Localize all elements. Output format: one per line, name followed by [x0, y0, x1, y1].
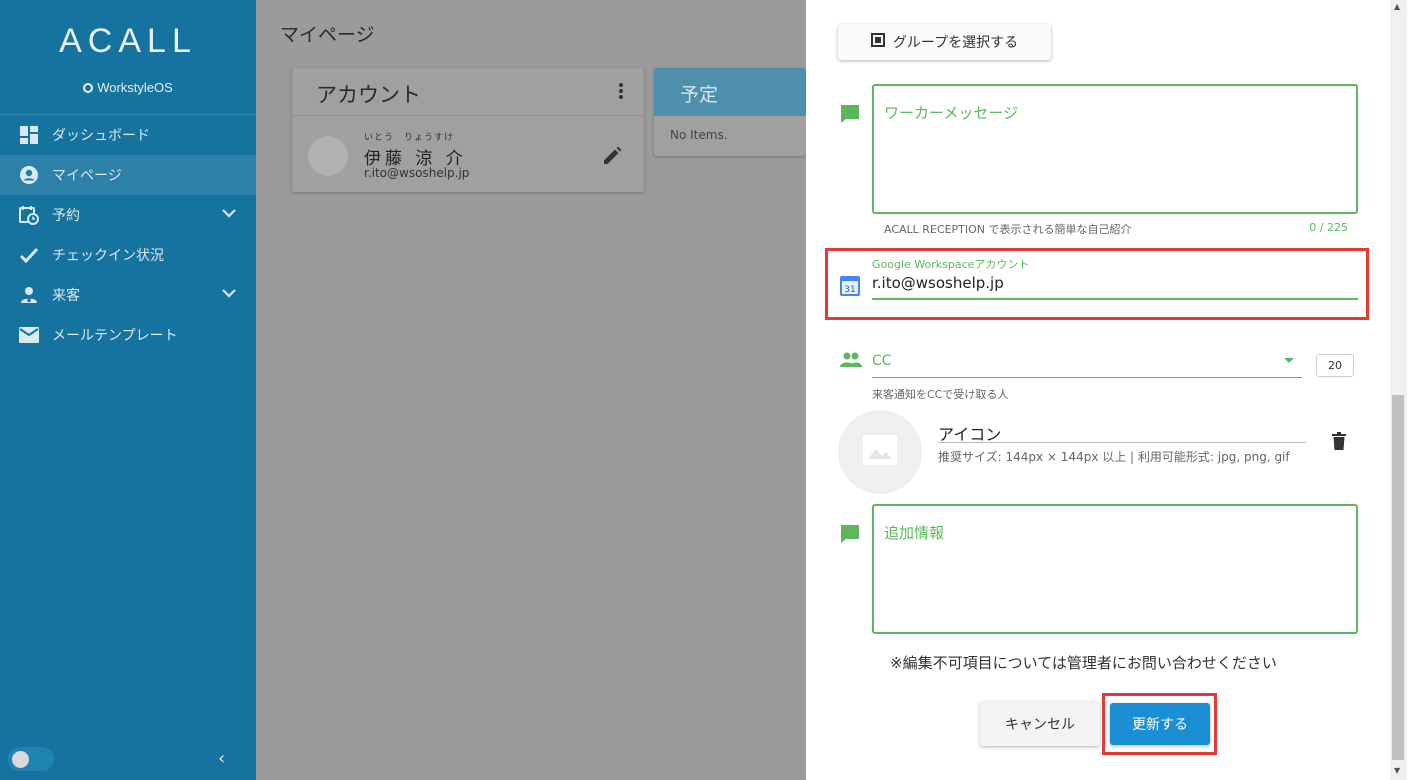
page-title: マイページ: [280, 24, 375, 46]
sidebar-item-checkin[interactable]: チェックイン状況: [0, 235, 256, 275]
group-select-icon: [870, 33, 885, 51]
google-calendar-icon: 31: [840, 276, 860, 300]
scroll-up-arrow-icon[interactable]: ▲: [1394, 2, 1400, 11]
cc-hint: 来客通知をCCで受け取る人: [872, 388, 1009, 401]
sidebar-item-label: メールテンプレート: [52, 328, 178, 344]
sidebar-item-label: マイページ: [52, 168, 122, 184]
schedule-card: 予定 No Items.: [654, 68, 806, 156]
sidebar-item-label: 来客: [52, 288, 80, 304]
additional-info-placeholder: 追加情報: [884, 524, 945, 542]
sidebar-item-visitor[interactable]: 来客: [0, 275, 256, 315]
additional-info-input[interactable]: 追加情報: [872, 504, 1358, 634]
window-edge: [1407, 0, 1424, 780]
calendar-clock-icon: [18, 204, 40, 226]
people-icon: [840, 352, 862, 372]
toggle-knob: [12, 751, 29, 768]
worker-message-hint: ACALL RECEPTION で表示される簡単な自己紹介: [884, 223, 1132, 236]
worker-message-counter: 0 / 225: [1309, 221, 1348, 234]
cc-underline: [872, 377, 1302, 378]
dashboard-icon: [18, 124, 40, 146]
message-icon: [840, 524, 860, 548]
cc-select[interactable]: CC: [872, 353, 892, 369]
icon-title-underline: [938, 442, 1306, 443]
cancel-button[interactable]: キャンセル: [980, 702, 1100, 746]
google-account-field[interactable]: r.ito@wsoshelp.jp: [872, 274, 1004, 292]
message-icon: [840, 104, 860, 128]
edit-icon[interactable]: [602, 146, 622, 170]
google-account-underline: [872, 298, 1358, 300]
more-vert-icon[interactable]: [618, 82, 624, 105]
trash-icon[interactable]: [1332, 432, 1346, 454]
schedule-empty-text: No Items.: [670, 128, 728, 142]
calendar-icon-text: 31: [844, 285, 855, 295]
scroll-down-arrow-icon[interactable]: ▼: [1394, 766, 1400, 775]
icon-hint: 推奨サイズ: 144px × 144px 以上 | 利用可能形式: jpg, p…: [938, 450, 1290, 464]
sidebar-item-mail-template[interactable]: メールテンプレート: [0, 315, 256, 355]
ring-icon: [83, 83, 94, 93]
sidebar: ACALL WorkstyleOS ダッシュボード マイページ 予約 チェックイ…: [0, 0, 256, 780]
sidebar-item-label: ダッシュボード: [52, 128, 150, 144]
chevron-down-icon: [222, 206, 236, 222]
avatar: [308, 136, 348, 176]
update-button[interactable]: 更新する: [1110, 703, 1210, 745]
icon-upload-area[interactable]: [838, 410, 922, 494]
account-circle-icon: [18, 164, 40, 186]
schedule-card-title: 予定: [654, 68, 806, 116]
mail-icon: [18, 324, 40, 346]
visitor-icon: [18, 284, 40, 306]
chevron-down-icon: [222, 286, 236, 302]
workstyleos-logo: WorkstyleOS: [0, 80, 256, 95]
scrollbar-thumb[interactable]: [1392, 395, 1404, 760]
account-card-title: アカウント: [292, 68, 644, 116]
select-group-label: グループを選択する: [892, 35, 1019, 51]
name-ruby: いとう りょうすけ: [364, 133, 455, 143]
select-group-button[interactable]: グループを選択する: [838, 24, 1051, 60]
sidebar-item-reservation[interactable]: 予約: [0, 195, 256, 235]
theme-toggle[interactable]: [8, 747, 54, 771]
dropdown-arrow-icon[interactable]: [1284, 358, 1294, 363]
worker-message-input[interactable]: ワーカーメッセージ: [872, 84, 1358, 214]
panel-scrollbar[interactable]: ▲ ▼: [1390, 0, 1424, 780]
sidebar-item-mypage[interactable]: マイページ: [0, 155, 256, 195]
edit-notice: ※編集不可項目については管理者にお問い合わせください: [890, 654, 1277, 672]
collapse-sidebar-button[interactable]: ‹: [218, 748, 225, 769]
sidebar-item-label: チェックイン状況: [52, 248, 164, 264]
google-account-label: Google Workspaceアカウント: [872, 258, 1030, 271]
acall-logo: ACALL: [59, 22, 197, 60]
workstyleos-label: WorkstyleOS: [97, 80, 173, 95]
account-card: アカウント いとう りょうすけ 伊藤 涼 介 r.ito@wsoshelp.jp: [292, 68, 644, 192]
sidebar-item-label: 予約: [52, 208, 80, 224]
sidebar-item-dashboard[interactable]: ダッシュボード: [0, 115, 256, 155]
image-icon: [862, 434, 898, 470]
cc-count-badge: 20: [1316, 354, 1354, 377]
check-icon: [18, 244, 40, 266]
edit-profile-panel: グループを選択する ワーカーメッセージ ACALL RECEPTION で表示さ…: [806, 0, 1390, 780]
worker-message-placeholder: ワーカーメッセージ: [884, 104, 1019, 122]
user-email: r.ito@wsoshelp.jp: [364, 166, 470, 180]
